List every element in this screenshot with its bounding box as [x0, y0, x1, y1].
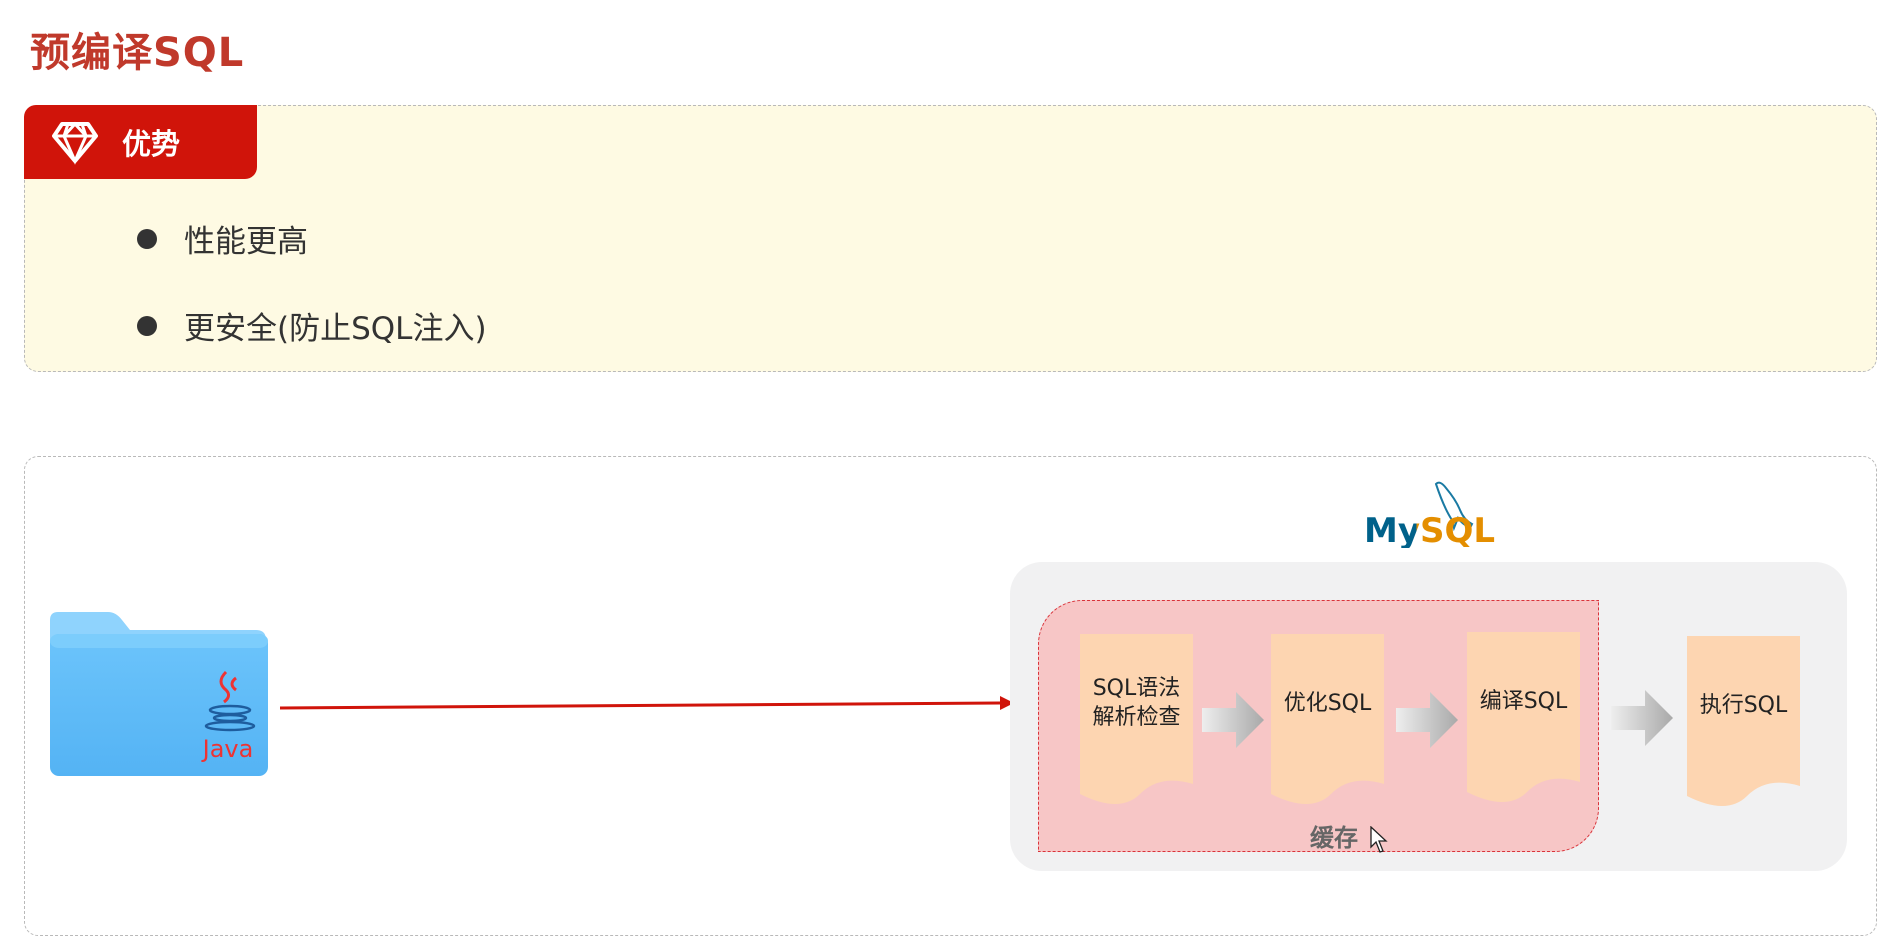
step-label: 执行SQL: [1699, 692, 1788, 718]
mysql-logo-text: MySQL: [1364, 511, 1496, 551]
advantage-item: 更安全(防止SQL注入): [137, 303, 487, 348]
page-title: 预编译SQL: [30, 30, 245, 76]
step-label: 解析检查: [1092, 705, 1181, 730]
java-folder-icon: Java: [50, 612, 268, 776]
mouse-cursor-icon: [1370, 826, 1388, 853]
step-compile: 编译SQL: [1467, 632, 1580, 807]
diamond-icon: [52, 121, 98, 165]
bullet-icon: [137, 228, 157, 249]
cache-label: 缓存: [1310, 824, 1358, 852]
java-logo-text: Java: [201, 735, 254, 763]
advantage-text: 更安全(防止SQL注入): [184, 311, 487, 347]
step-label: SQL语法: [1092, 676, 1181, 702]
step-execute: 执行SQL: [1687, 636, 1800, 811]
advantage-text: 性能更高: [184, 224, 308, 260]
step-label: 优化SQL: [1283, 690, 1372, 716]
advantage-item: 性能更高: [137, 216, 308, 261]
step-optimize: 优化SQL: [1271, 634, 1384, 809]
request-arrow: [279, 696, 1014, 710]
advantages-tab: 优势: [24, 105, 257, 179]
step-parse-check: SQL语法解析检查: [1080, 634, 1193, 809]
flow-arrow-icon: [1202, 692, 1264, 748]
flow-arrow-icon: [1611, 690, 1673, 746]
flow-arrow-icon: [1396, 692, 1458, 748]
advantages-tab-label: 优势: [122, 127, 181, 161]
step-label: 编译SQL: [1479, 688, 1568, 714]
mysql-logo: MySQL: [1360, 478, 1500, 558]
bullet-icon: [137, 315, 157, 336]
